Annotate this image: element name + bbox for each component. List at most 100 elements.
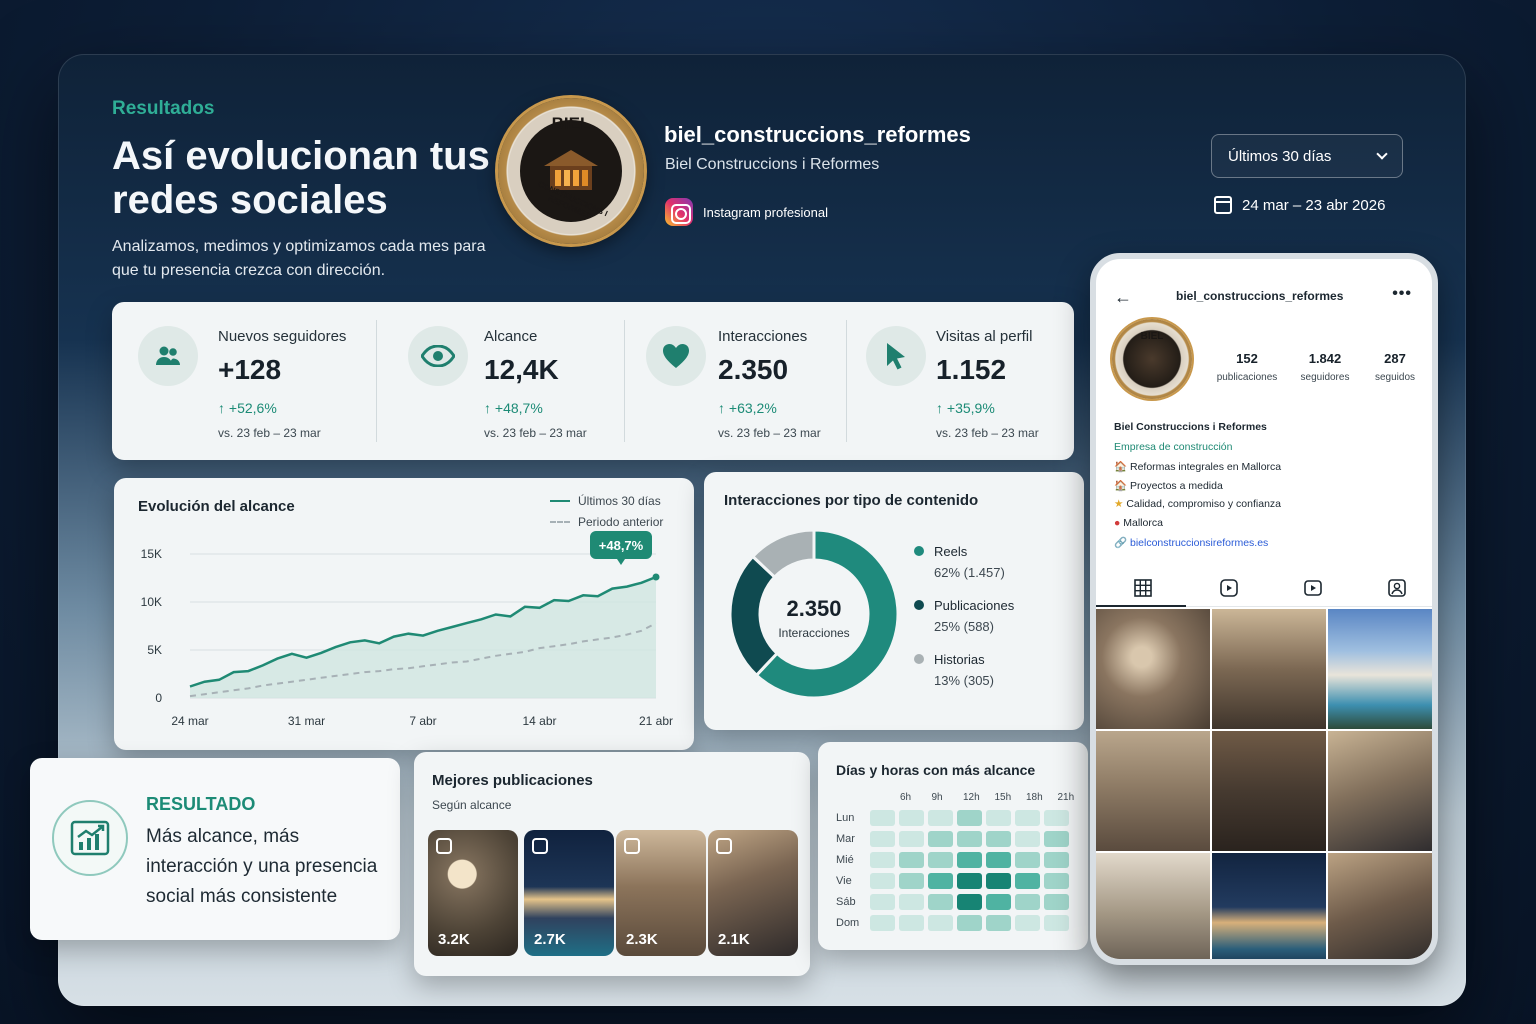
heatmap-cell bbox=[986, 852, 1011, 868]
heatmap-cell bbox=[870, 852, 895, 868]
back-arrow-icon[interactable]: ← bbox=[1114, 287, 1132, 308]
active-tab-indicator bbox=[1096, 605, 1186, 607]
heatmap-cell bbox=[870, 894, 895, 910]
tagged-icon[interactable] bbox=[1388, 579, 1406, 597]
heatmap-cell bbox=[1044, 873, 1069, 889]
instagram-icon bbox=[665, 198, 693, 226]
calendar-icon bbox=[1214, 196, 1232, 214]
instagram-phone-preview: ← biel_construccions_reformes ••• BIEL 1… bbox=[1090, 253, 1438, 965]
post-reach: 2.1K bbox=[718, 931, 750, 948]
donut-total-label: Interacciones bbox=[778, 626, 850, 640]
legend-dot bbox=[914, 654, 924, 664]
heatmap-cell bbox=[1044, 831, 1069, 847]
heatmap-day-label: Vie bbox=[836, 875, 852, 887]
bio-line: 🏠 Reformas integrales en Mallorca bbox=[1114, 461, 1282, 473]
data-point bbox=[652, 573, 660, 581]
post-thumbnail[interactable]: 2.3K bbox=[616, 830, 706, 956]
heart-icon bbox=[646, 326, 706, 386]
reach-chart: 0 5K 10K 15K 24 mar 31 mar 7 abr 14 abr 21 abr +4… bbox=[141, 531, 673, 728]
account-type-label: Instagram profesional bbox=[703, 204, 829, 220]
reels-icon bbox=[436, 838, 452, 854]
post-thumbnail[interactable]: 3.2K bbox=[428, 830, 518, 956]
heatmap-cell bbox=[957, 810, 982, 826]
grid-post[interactable] bbox=[1096, 731, 1210, 851]
heatmap-title: Días y horas con más alcance bbox=[836, 762, 1036, 778]
heatmap-cell bbox=[986, 894, 1011, 910]
eyebrow: Resultados bbox=[112, 98, 215, 119]
reels-icon bbox=[532, 838, 548, 854]
bio-line: ● Mallorca bbox=[1114, 517, 1163, 529]
kpi-compare: vs. 23 feb – 23 mar bbox=[218, 426, 321, 440]
legend-dot bbox=[914, 546, 924, 556]
post-thumbnail[interactable]: 2.1K bbox=[708, 830, 798, 956]
phone-handle: biel_construccions_reformes bbox=[1176, 289, 1344, 303]
kpi-change: ↑ +63,2% bbox=[718, 400, 777, 416]
grid-post[interactable] bbox=[1212, 853, 1326, 959]
kpi-value: 12,4K bbox=[484, 354, 559, 385]
brand-logo: BIEL CONSTRUCCIONS I REFORMES bbox=[498, 98, 644, 244]
stat-posts: 152 publicaciones bbox=[1216, 351, 1278, 383]
y-tick-label: 0 bbox=[155, 691, 162, 705]
heatmap-cell bbox=[870, 810, 895, 826]
date-range-label: 24 mar – 23 abr 2026 bbox=[1242, 196, 1386, 214]
more-options-icon[interactable]: ••• bbox=[1392, 285, 1412, 303]
legend-detail: 62% (1.457) bbox=[934, 565, 1005, 580]
grid-post[interactable] bbox=[1212, 731, 1326, 851]
heatmap-cell bbox=[1044, 915, 1069, 931]
kpi-compare: vs. 23 feb – 23 mar bbox=[484, 426, 587, 440]
y-tick-label: 15K bbox=[141, 547, 162, 561]
grid-post[interactable] bbox=[1212, 609, 1326, 729]
heatmap-day-label: Dom bbox=[836, 917, 860, 929]
kpi-label: Alcance bbox=[484, 328, 538, 345]
chevron-down-icon bbox=[1376, 148, 1388, 160]
x-tick-label: 24 mar bbox=[171, 714, 208, 728]
grid-post[interactable] bbox=[1096, 853, 1210, 959]
x-tick-label: 31 mar bbox=[288, 714, 325, 728]
stat-following: 287 seguidos bbox=[1374, 351, 1416, 383]
period-select[interactable]: Últimos 30 días bbox=[1211, 134, 1403, 178]
heatmap-cell bbox=[1044, 810, 1069, 826]
heatmap-day-label: Mar bbox=[836, 833, 855, 845]
grid-post[interactable] bbox=[1328, 853, 1432, 959]
legend-detail: 25% (588) bbox=[934, 619, 994, 634]
heatmap-cell bbox=[1044, 852, 1069, 868]
y-tick-label: 5K bbox=[147, 643, 162, 657]
account-type: Instagram profesional bbox=[665, 198, 828, 226]
x-tick-label: 7 abr bbox=[409, 714, 436, 728]
grid-post[interactable] bbox=[1328, 731, 1432, 851]
kpi-label: Visitas al perfil bbox=[936, 328, 1033, 345]
result-text: Más alcance, más interacción y una prese… bbox=[146, 826, 378, 907]
profile-tabs bbox=[1096, 571, 1432, 607]
bio-line: ★ Calidad, compromiso y confianza bbox=[1114, 498, 1281, 510]
kpi-interactions: Interacciones 2.350 ↑ +63,2% vs. 23 feb … bbox=[620, 302, 846, 460]
heatmap-hour-label: 15h bbox=[994, 792, 1012, 803]
heatmap-cell bbox=[1015, 831, 1040, 847]
heatmap-day-label: Lun bbox=[836, 812, 855, 824]
kpi-change: ↑ +48,7% bbox=[484, 400, 543, 416]
post-reach: 2.7K bbox=[534, 931, 566, 948]
link-icon: 🔗 bbox=[1114, 537, 1128, 549]
heatmap-cell bbox=[986, 810, 1011, 826]
period-select-value: Últimos 30 días bbox=[1228, 147, 1332, 165]
heatmap-cell bbox=[928, 894, 953, 910]
reels-icon bbox=[624, 838, 640, 854]
heatmap-cell bbox=[1015, 915, 1040, 931]
heatmap-cell bbox=[1015, 810, 1040, 826]
video-icon[interactable] bbox=[1304, 579, 1322, 597]
grid-post[interactable] bbox=[1096, 609, 1210, 729]
growth-chart-icon bbox=[52, 800, 128, 876]
best-posts-subtitle: Según alcance bbox=[432, 798, 512, 812]
kpi-value: +128 bbox=[218, 354, 282, 385]
reach-chart-card: Evolución del alcance Últimos 30 días Pe… bbox=[114, 478, 694, 750]
grid-post[interactable] bbox=[1328, 609, 1432, 729]
heatmap-day-label: Sáb bbox=[836, 896, 856, 908]
post-thumbnail[interactable]: 2.7K bbox=[524, 830, 614, 956]
legend-reels: Reels 62% (1.457) bbox=[914, 544, 1005, 580]
bio-category: Empresa de construcción bbox=[1114, 441, 1233, 453]
heatmap-cell bbox=[870, 915, 895, 931]
grid-icon[interactable] bbox=[1134, 579, 1152, 597]
kpi-change: ↑ +35,9% bbox=[936, 400, 995, 416]
reels-icon[interactable] bbox=[1220, 579, 1238, 597]
heatmap-cell bbox=[957, 852, 982, 868]
bio-link[interactable]: 🔗 bielconstruccionsireformes.es bbox=[1114, 536, 1268, 549]
